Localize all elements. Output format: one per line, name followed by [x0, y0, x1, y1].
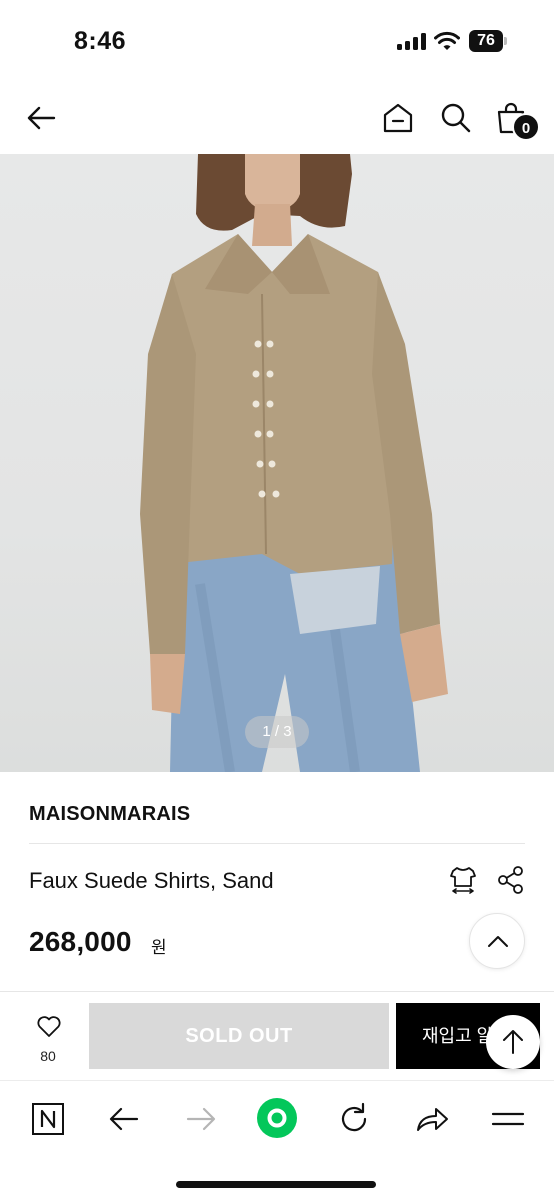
product-photo [140, 154, 448, 772]
reload-icon[interactable] [334, 1099, 374, 1139]
home-indicator [176, 1181, 376, 1188]
wifi-icon [434, 31, 460, 50]
share-arrow-icon[interactable] [412, 1099, 452, 1139]
heart-icon [37, 1016, 61, 1037]
cellular-signal-icon [397, 33, 427, 50]
search-icon[interactable] [438, 100, 474, 136]
green-dot-icon[interactable] [256, 1097, 298, 1139]
price-currency: 원 [151, 938, 167, 957]
battery-icon: 76 [469, 30, 507, 52]
chevron-up-icon [488, 936, 508, 947]
share-icon[interactable] [496, 864, 526, 896]
cart-count-badge[interactable]: 0 [512, 113, 540, 141]
size-guide-icon[interactable] [447, 864, 479, 896]
section-divider [0, 991, 554, 992]
wishlist-button[interactable]: 80 [24, 1014, 72, 1068]
back-icon[interactable] [104, 1099, 144, 1139]
scroll-top-button[interactable] [486, 1015, 540, 1069]
menu-icon[interactable] [488, 1099, 528, 1139]
arrow-up-icon [503, 1030, 523, 1054]
product-image[interactable] [0, 154, 554, 772]
home-icon[interactable] [380, 100, 416, 136]
collapse-button[interactable] [469, 913, 525, 969]
naver-n-icon[interactable] [28, 1099, 68, 1139]
product-name: Faux Suede Shirts, Sand [29, 868, 274, 893]
product-price: 268,000 [29, 926, 132, 957]
image-counter: 1 / 3 [245, 716, 309, 748]
sold-out-button[interactable]: SOLD OUT [89, 1003, 389, 1069]
top-nav: 0 [0, 80, 554, 154]
status-time: 8:46 [74, 27, 127, 55]
divider [29, 843, 525, 844]
status-bar: 8:46 76 [0, 0, 554, 80]
brand-name[interactable]: MAISONMARAIS [29, 803, 190, 826]
battery-level: 76 [469, 30, 503, 52]
wishlist-count: 80 [40, 1048, 56, 1064]
forward-icon[interactable] [181, 1099, 221, 1139]
back-arrow-icon[interactable] [24, 100, 60, 136]
